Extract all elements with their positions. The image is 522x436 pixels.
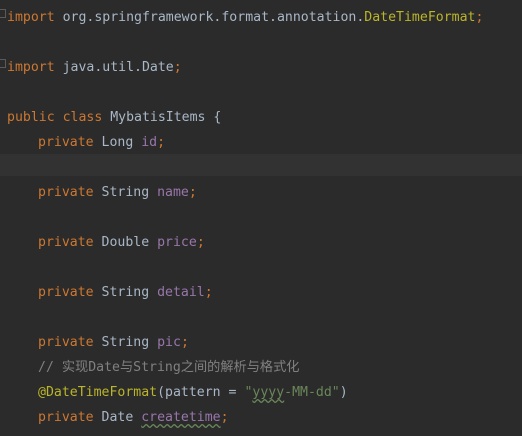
code-line-class-declaration: public class MybatisItems { <box>7 109 221 127</box>
code-line-annotation: @DateTimeFormat(pattern = "yyyy-MM-dd") <box>7 384 348 402</box>
keyword: private <box>38 410 94 425</box>
field-name: name <box>157 185 189 200</box>
keyword: private <box>38 235 94 250</box>
semicolon: ; <box>173 60 182 75</box>
import-path: org.springframework.format.annotation. <box>54 10 365 25</box>
class-name: DateTimeFormat <box>364 10 476 25</box>
code-line-field-pic: private String pic; <box>7 334 189 352</box>
code-line-field-createtime: private Date createtime; <box>7 409 229 427</box>
code-line-import-datetimeformat: import org.springframework.format.annota… <box>7 9 483 27</box>
semicolon: ; <box>220 410 229 425</box>
code-line-field-name: private String name; <box>7 184 197 202</box>
field-name: createtime <box>141 410 221 425</box>
code-line-comment: // 实现Date与String之间的解析与格式化 <box>7 359 299 377</box>
code-line-import-date: import java.util.Date; <box>7 59 182 77</box>
fold-marker-icon[interactable] <box>0 9 6 18</box>
code-line-field-price: private Double price; <box>7 234 205 252</box>
code-line-field-id: private Long id; <box>7 134 165 152</box>
field-name: id <box>141 135 158 150</box>
field-name: detail <box>157 285 205 300</box>
type-name: String <box>93 285 158 300</box>
semicolon: ; <box>157 135 166 150</box>
semicolon: ; <box>180 335 189 350</box>
import-path: java.util.Date <box>54 60 174 75</box>
code-editor[interactable]: import org.springframework.format.annota… <box>0 0 522 436</box>
keyword: import <box>7 60 55 75</box>
string-value: yyyy <box>252 385 285 400</box>
semicolon: ; <box>204 285 213 300</box>
type-name: String <box>93 185 158 200</box>
field-name: price <box>157 235 197 250</box>
keyword: private <box>38 185 94 200</box>
semicolon: ; <box>196 235 205 250</box>
field-name: pic <box>157 335 181 350</box>
semicolon: ; <box>475 10 484 25</box>
type-name: Double <box>93 235 158 250</box>
current-line-highlight <box>0 154 522 176</box>
keyword: public class <box>7 110 103 125</box>
type-name: String <box>93 335 158 350</box>
type-name: Date <box>93 410 142 425</box>
keyword: import <box>7 10 55 25</box>
close-paren: ) <box>339 385 348 400</box>
comment: // 实现Date与String之间的解析与格式化 <box>38 360 300 375</box>
annotation-params: (pattern = <box>157 385 245 400</box>
keyword: private <box>38 135 94 150</box>
class-name: MybatisItems { <box>102 110 222 125</box>
string-value-rest: -MM-dd" <box>284 385 340 400</box>
semicolon: ; <box>188 185 197 200</box>
fold-marker-icon[interactable] <box>0 59 6 68</box>
type-name: Long <box>93 135 142 150</box>
code-line-field-detail: private String detail; <box>7 284 213 302</box>
keyword: private <box>38 285 94 300</box>
annotation: @DateTimeFormat <box>38 385 158 400</box>
keyword: private <box>38 335 94 350</box>
